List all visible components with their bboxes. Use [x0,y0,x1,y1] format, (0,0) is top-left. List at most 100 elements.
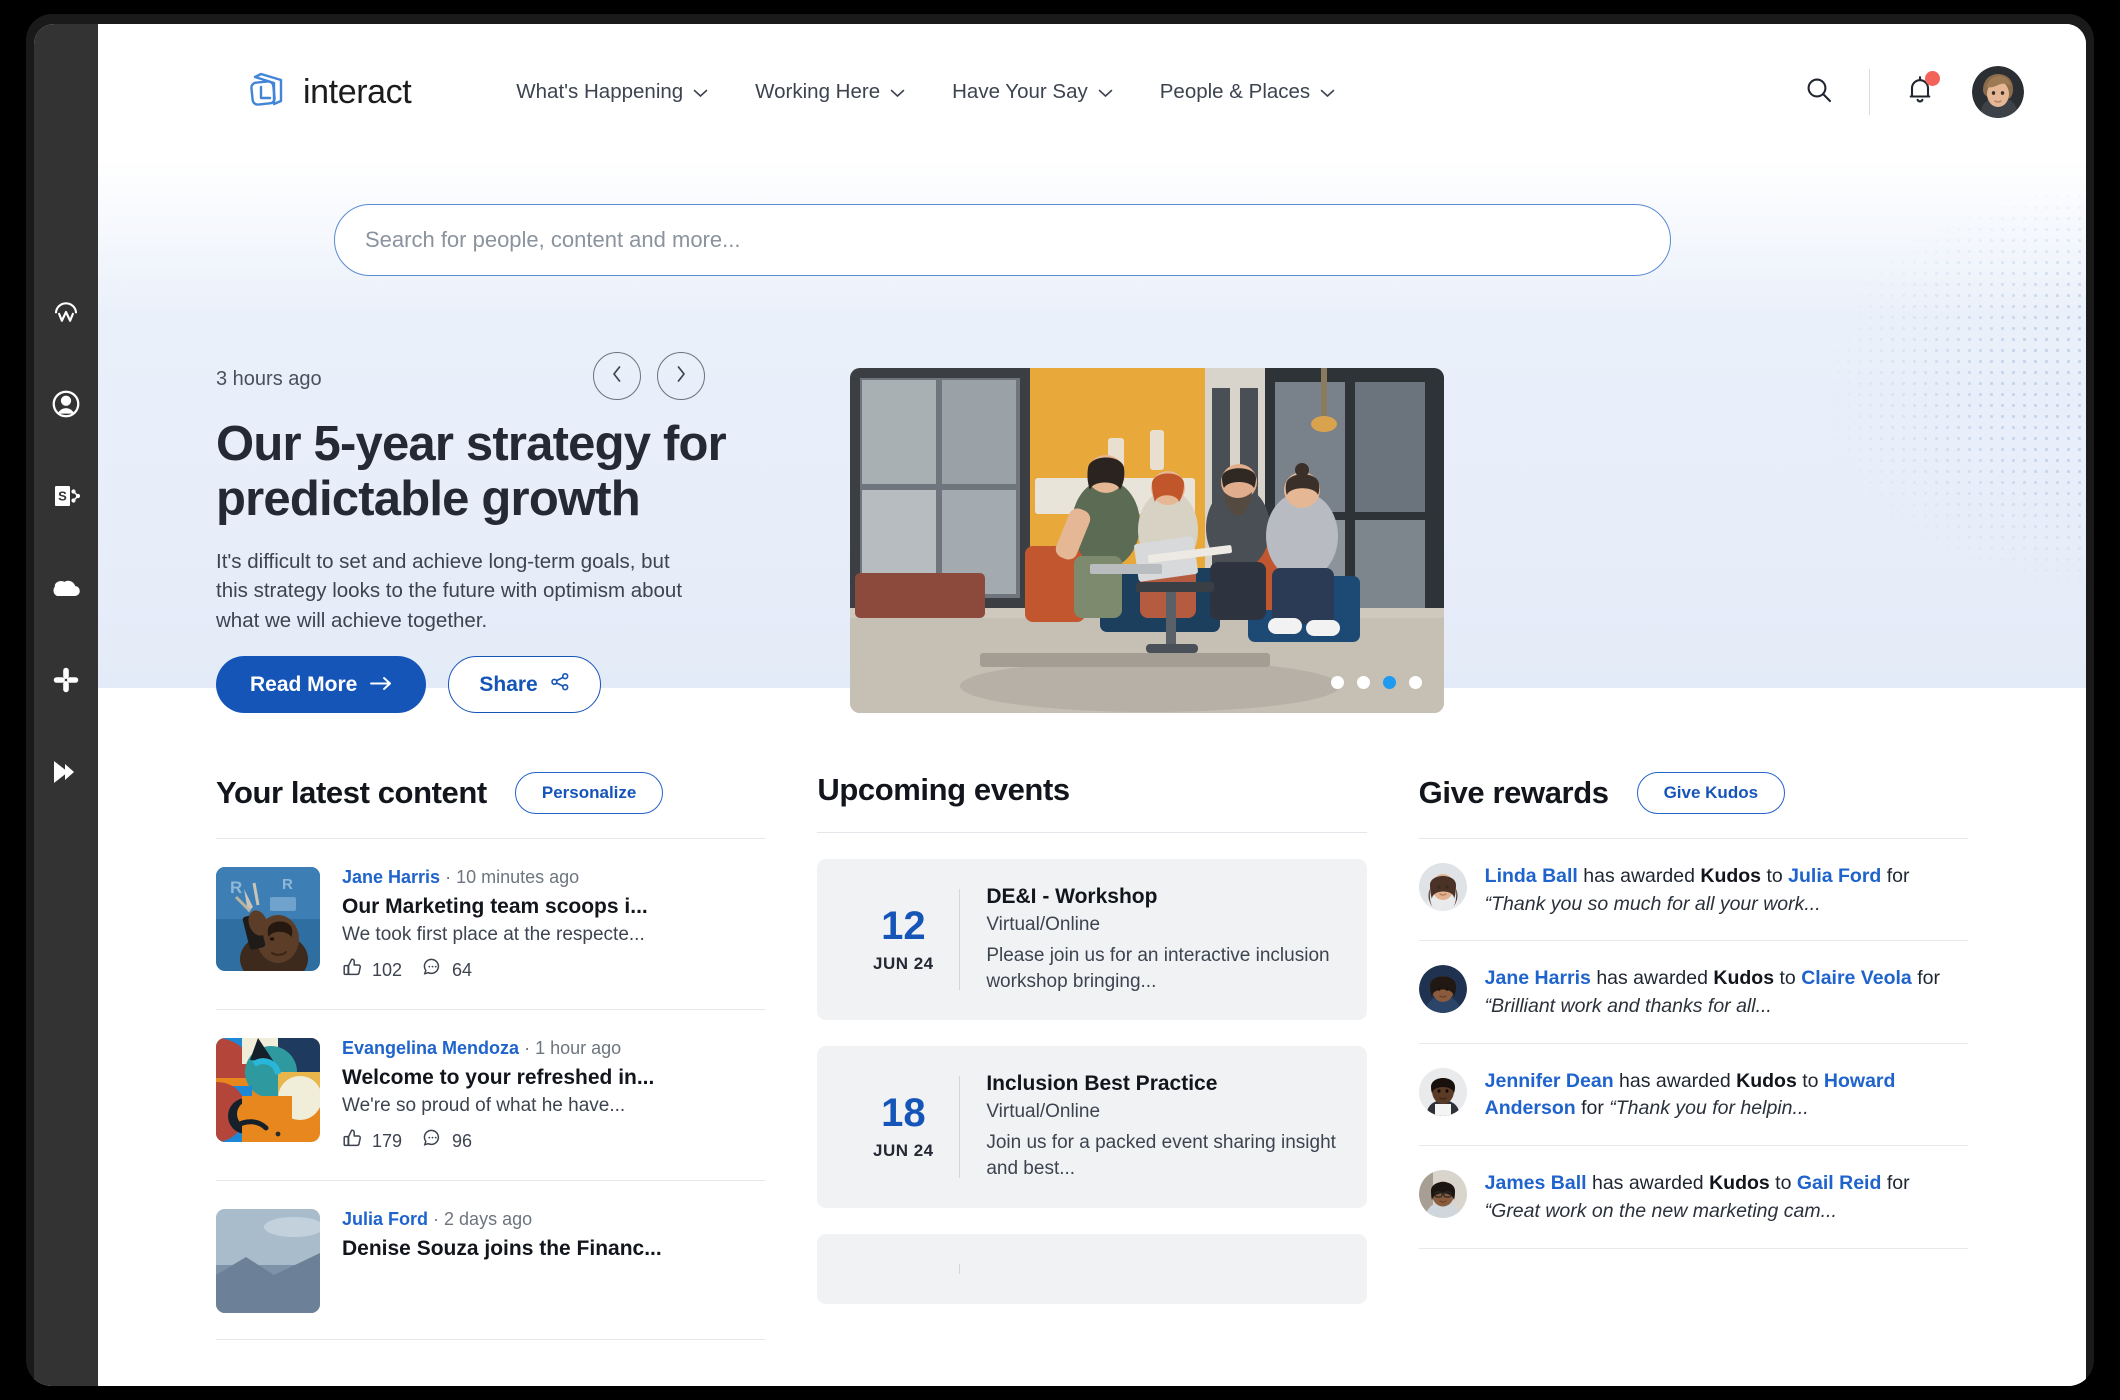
svg-text:S: S [58,489,67,504]
event-divider [959,1263,961,1274]
rail-item-onedrive[interactable] [48,570,84,606]
event-day: 18 [881,1090,926,1135]
chevron-down-icon [1098,80,1113,104]
kudo-verb: has awarded [1596,967,1708,990]
post-thumbnail [216,1038,320,1142]
event-card[interactable]: 12 JUN 24 DE&I - Workshop Virtual/Online… [817,859,1367,1021]
nav-item-have-your-say[interactable]: Have Your Say [952,80,1113,104]
landscape-photo [216,1209,320,1313]
kudo-for: for [1886,865,1910,887]
list-item[interactable]: Jennifer Dean has awarded Kudos to Howar… [1418,1044,1968,1147]
kudo-text: Jennifer Dean has awarded Kudos to Howar… [1485,1068,1968,1123]
thumbs-up-icon [342,957,363,983]
nav-item-whats-happening[interactable]: What's Happening [516,80,708,104]
post-stats: 102 64 [342,957,765,983]
page-content: interact What's Happening Working Here H [98,24,2086,1386]
interact-logo-icon [244,69,290,115]
post-time: 2 days ago [444,1209,533,1229]
site-header: interact What's Happening Working Here H [98,24,2086,160]
carousel-dot-3[interactable] [1383,676,1396,689]
list-item[interactable]: James Ball has awarded Kudos to Gail Rei… [1418,1146,1968,1249]
event-description: Join us for a packed event sharing insig… [986,1132,1336,1179]
kudo-to: to [1775,1172,1792,1195]
hero-actions: Read More Share [216,656,601,713]
kudo-quote: “Thank you so much for all your work... [1484,892,1821,915]
browser-screen: S interact What's Happening Working Here… [34,24,2086,1386]
hero-image[interactable] [850,368,1444,713]
like-count: 102 [372,959,403,980]
chevron-down-icon [890,80,905,104]
post-thumbnail: R R [216,867,320,971]
hero-text: 3 hours ago Our 5-year strategy for pred… [216,368,856,636]
kudo-text: Linda Ball has awarded Kudos to Julia Fo… [1485,863,1968,918]
kudo-giver[interactable]: James Ball [1485,1172,1587,1194]
search-input[interactable] [365,227,1640,253]
search-bar[interactable] [334,204,1671,276]
comment-icon [422,957,443,983]
event-location: Virtual/Online [986,914,1101,935]
notifications-button[interactable] [1896,68,1944,116]
comment-stat[interactable]: 64 [422,957,472,983]
post-title[interactable]: Welcome to your refreshed in... [342,1066,765,1090]
like-stat[interactable]: 102 [342,957,402,983]
kudo-receiver[interactable]: Claire Veola [1801,967,1912,989]
avatar [1418,1170,1467,1219]
like-stat[interactable]: 179 [342,1128,402,1154]
search-button[interactable] [1795,68,1843,116]
comment-stat[interactable]: 96 [422,1128,472,1154]
rail-item-slack[interactable] [48,662,84,698]
post-author[interactable]: Evangelina Mendoza [342,1038,519,1058]
list-item[interactable]: R R Jane Harris · 10 minutes ago Our Mar… [216,839,766,1010]
give-kudos-button[interactable]: Give Kudos [1636,772,1786,814]
list-item[interactable]: Evangelina Mendoza · 1 hour ago Welcome … [216,1010,766,1181]
comment-icon [422,1128,443,1154]
device-frame: S interact What's Happening Working Here… [26,14,2094,1386]
kudo-award: Kudos [1736,1069,1797,1092]
avatar [1418,863,1467,911]
read-more-button[interactable]: Read More [216,656,427,713]
nav-label: Working Here [755,80,881,103]
event-card[interactable] [817,1233,1367,1304]
event-location: Virtual/Online [986,1101,1101,1123]
kudo-receiver[interactable]: Gail Reid [1797,1172,1882,1194]
rail-item-workday[interactable] [48,294,84,330]
main-nav: What's Happening Working Here Have Your … [516,80,1335,104]
search-icon [1804,75,1834,110]
event-date: 12 JUN 24 [847,885,959,994]
award-photo: R R [216,867,320,971]
kudo-giver[interactable]: Jennifer Dean [1485,1070,1614,1092]
event-card[interactable]: 18 JUN 24 Inclusion Best Practice Virtua… [817,1046,1367,1208]
post-author[interactable]: Jane Harris [342,867,440,887]
event-month: JUN 24 [873,1140,934,1160]
kudo-giver[interactable]: Linda Ball [1485,865,1578,887]
post-author[interactable]: Julia Ford [342,1209,428,1229]
list-item[interactable]: Linda Ball has awarded Kudos to Julia Fo… [1418,839,1968,942]
hero-timestamp: 3 hours ago [216,368,322,390]
nav-label: People & Places [1159,80,1311,103]
rail-item-sharepoint[interactable]: S [48,478,84,514]
list-item[interactable]: Julia Ford · 2 days ago Denise Souza joi… [216,1181,766,1340]
carousel-dot-4[interactable] [1409,676,1422,689]
post-body: Julia Ford · 2 days ago Denise Souza joi… [342,1209,765,1313]
share-button[interactable]: Share [448,656,601,713]
nav-item-people-and-places[interactable]: People & Places [1160,80,1335,104]
logo[interactable]: interact [244,69,412,115]
rail-item-profile[interactable] [48,386,84,422]
post-title[interactable]: Our Marketing team scoops i... [342,895,765,919]
profile-icon [50,388,82,420]
rail-item-media[interactable] [48,754,84,790]
avatar[interactable] [1972,66,2024,118]
carousel-dot-2[interactable] [1357,676,1370,689]
kudo-quote: “Great work on the new marketing cam... [1484,1199,1837,1222]
kudo-giver[interactable]: Jane Harris [1485,967,1591,989]
like-count: 179 [372,1130,403,1151]
personalize-button[interactable]: Personalize [514,772,664,814]
header-actions [1795,66,2024,118]
kudo-receiver[interactable]: Julia Ford [1788,865,1881,887]
list-item[interactable]: Jane Harris has awarded Kudos to Claire … [1418,941,1968,1044]
post-title[interactable]: Denise Souza joins the Financ... [342,1237,765,1261]
carousel-dot-1[interactable] [1331,676,1344,689]
nav-item-working-here[interactable]: Working Here [755,80,905,104]
event-info: DE&I - Workshop Virtual/Online Please jo… [986,885,1336,994]
kudo-text: Jane Harris has awarded Kudos to Claire … [1485,965,1968,1020]
